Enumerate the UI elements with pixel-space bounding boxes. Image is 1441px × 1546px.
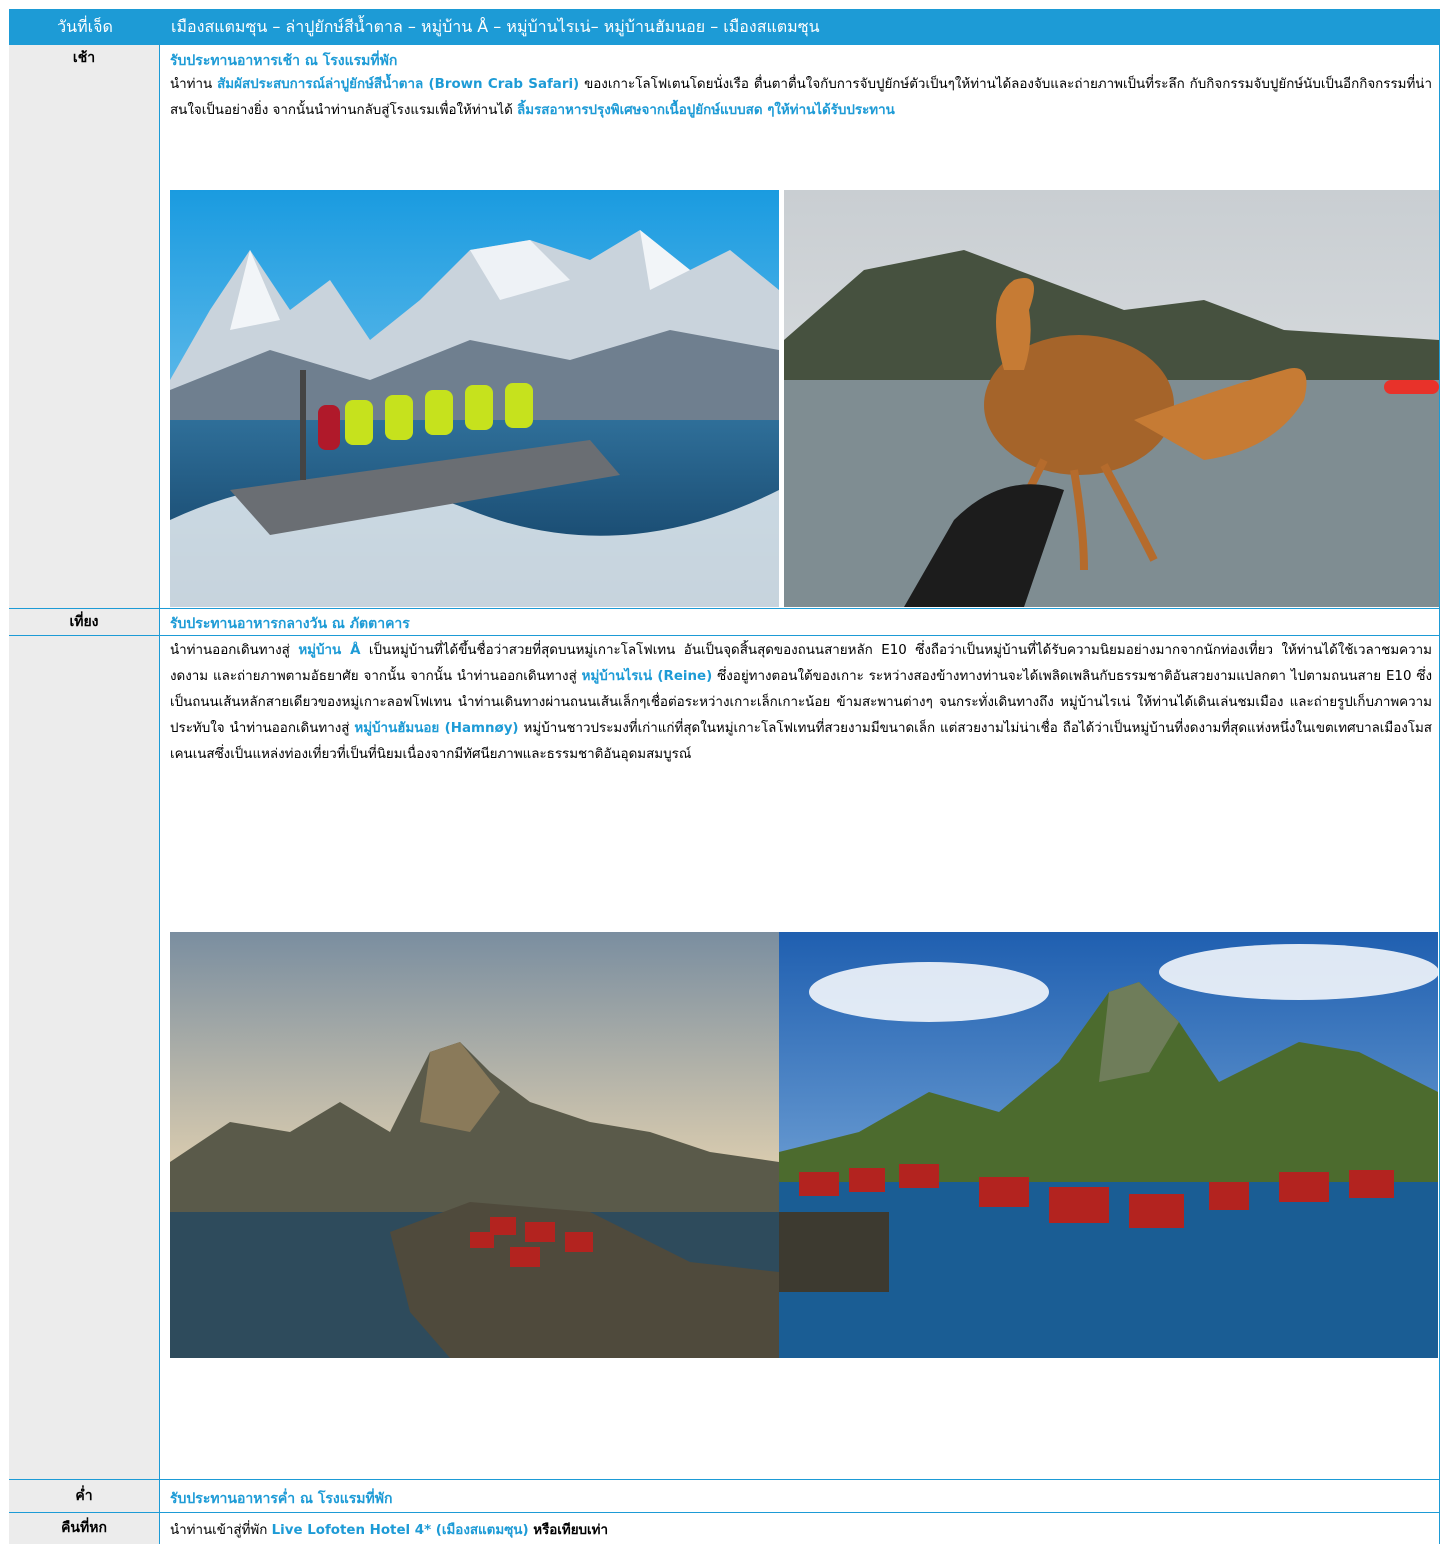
crab-safari-highlight: สัมผัสประสบการณ์ล่าปูยักษ์สีน้ำตาล (Brow…	[217, 77, 580, 92]
dinner-note: รับประทานอาหารค่ำ ณ โรงแรมที่พัก	[170, 1491, 393, 1507]
night-label: คืนที่หก	[61, 1520, 107, 1536]
crab-meal-highlight: ลิ้มรสอาหารปรุงพิเศษจากเนื้อปูยักษ์แบบสด…	[517, 103, 895, 118]
morning-label: เช้า	[72, 50, 96, 66]
itinerary-table: วันที่เจ็ด เมืองสแตมซุน – ล่าปูยักษ์สีน้…	[9, 9, 1440, 1544]
day-header: วันที่เจ็ด เมืองสแตมซุน – ล่าปูยักษ์สีน้…	[9, 9, 1440, 45]
night-label-cell: คืนที่หก	[9, 1513, 160, 1544]
morning-content-cell: รับประทานอาหารเช้า ณ โรงแรมที่พัก นำท่าน…	[160, 45, 1440, 608]
night-content-cell: นำท่านเข้าสู่ที่พัก Live Lofoten Hotel 4…	[160, 1513, 1440, 1544]
villages-paragraph: นำท่านออกเดินทางสู่ หมู่บ้าน Å เป็นหมู่บ…	[170, 638, 1432, 768]
evening-content-cell: รับประทานอาหารค่ำ ณ โรงแรมที่พัก	[160, 1480, 1440, 1512]
reine-photo	[779, 932, 1438, 1358]
noon-label-cell: เที่ยง	[9, 609, 160, 635]
evening-label: ค่ำ	[75, 1488, 93, 1504]
boat-safari-photo	[170, 190, 779, 607]
hotel-name: Live Lofoten Hotel 4* (เมืองสแตมซุน)	[271, 1523, 529, 1538]
crab-photo	[784, 190, 1439, 607]
noon-content-cell: รับประทานอาหารกลางวัน ณ ภัตตาคาร	[160, 609, 1440, 635]
paragraph-text: นำท่านออกเดินทางสู่	[170, 643, 299, 658]
hamnoy-photo	[170, 932, 779, 1358]
breakfast-note: รับประทานอาหารเช้า ณ โรงแรมที่พัก	[170, 53, 398, 69]
reine-highlight: หมู่บ้านไรเน่ (Reine)	[581, 669, 713, 684]
crab-safari-paragraph: นำท่าน สัมผัสประสบการณ์ล่าปูยักษ์สีน้ำตา…	[170, 72, 1432, 124]
afternoon-content-cell: นำท่านออกเดินทางสู่ หมู่บ้าน Å เป็นหมู่บ…	[160, 636, 1440, 1479]
paragraph-text: นำท่าน	[170, 77, 218, 92]
day-title: เมืองสแตมซุน – ล่าปูยักษ์สีน้ำตาล – หมู่…	[171, 17, 820, 36]
lunch-note: รับประทานอาหารกลางวัน ณ ภัตตาคาร	[170, 616, 410, 632]
morning-label-cell: เช้า	[9, 45, 160, 608]
hotel-or-equivalent: หรือเทียบเท่า	[528, 1523, 608, 1538]
evening-label-cell: ค่ำ	[9, 1480, 160, 1512]
hotel-text: นำท่านเข้าสู่ที่พัก	[170, 1523, 272, 1538]
hotel-note: นำท่านเข้าสู่ที่พัก Live Lofoten Hotel 4…	[170, 1519, 608, 1540]
day-label: วันที่เจ็ด	[57, 17, 113, 36]
hamnoy-highlight: หมู่บ้านฮัมนอย (Hamnøy)	[354, 721, 519, 736]
afternoon-label-cell	[9, 636, 160, 1479]
noon-label: เที่ยง	[69, 614, 99, 630]
village-a-highlight: หมู่บ้าน Å	[298, 643, 361, 658]
